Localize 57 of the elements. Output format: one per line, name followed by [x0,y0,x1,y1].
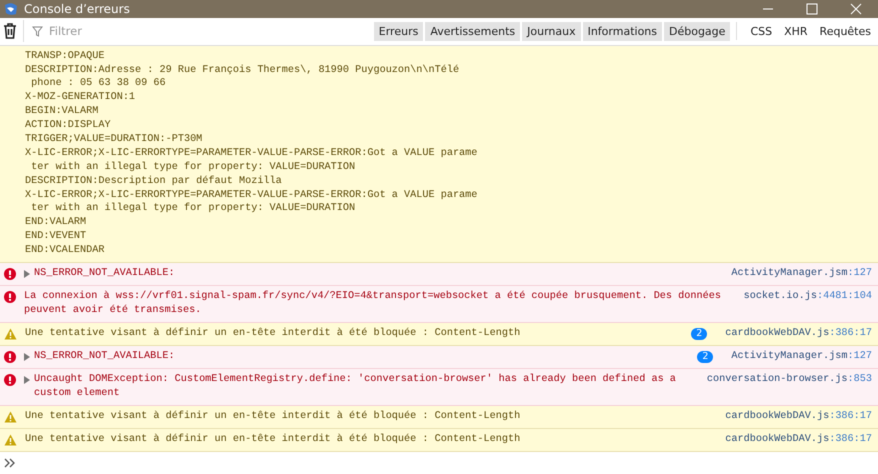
message-text: NS_ERROR_NOT_AVAILABLE: [34,350,176,364]
filter-field[interactable]: Filtrer [47,23,251,40]
maximize-icon[interactable] [806,2,818,15]
log-line: TRIGGER;VALUE=DURATION:-PT30M [25,132,204,147]
log-line: ter with an illegal type for property: VALUE=DURATION [30,160,356,175]
funnel-icon [32,26,43,37]
log-line: DESCRIPTION:Adresse : 29 Rue François Thermes\, 81990 Puygouzon\n\nTélé [25,64,460,78]
log-line: ter with an illegal type for property: VALUE=DURATION [30,202,356,216]
log-line: END:VEVENT [25,230,88,244]
source-link[interactable]: cardbookWebDAV.js:386:17 [725,410,872,424]
message-text: Une tentative visant à définir un en-tête interdit à été bloquée : Content-Length [25,433,522,447]
type-filter-button[interactable]: XHR [779,22,813,41]
level-filter-button[interactable]: Informations [582,22,662,41]
level-filter-button[interactable]: Erreurs [374,22,424,41]
close-icon[interactable] [850,2,862,15]
log-line: DESCRIPTION:Description par défaut Mozilla [25,174,283,189]
prompt-chevrons-icon[interactable] [4,458,16,468]
type-filter-button[interactable]: CSS [745,22,778,41]
log-line: BEGIN:VALARM [25,105,100,120]
source-link[interactable]: ActivityManager.jsm:127 [731,350,872,364]
source-link[interactable]: cardbookWebDAV.js:386:17 [725,433,872,447]
source-link[interactable]: socket.io.js:4481:104 [744,290,872,304]
repeat-count-badge: 2 [691,328,708,340]
repeat-count-badge: 2 [697,351,714,363]
log-line: TRANSP:OPAQUE [25,50,106,64]
log-line: ACTION:DISPLAY [25,119,112,133]
level-filter-button[interactable]: Journaux [522,22,581,41]
expand-arrow-icon[interactable] [24,376,30,384]
log-line: X-MOZ-GENERATION:1 [25,91,136,106]
message-text: Une tentative visant à définir un en-tête interdit à été bloquée : Content-Length [25,327,522,341]
message-text: Uncaught DOMException: CustomElementRegistry.define: 'conversation-browser' has already been defined as a custom element [34,373,677,401]
expand-arrow-icon[interactable] [24,353,30,361]
error-icon [4,291,16,303]
source-link[interactable]: cardbookWebDAV.js:386:17 [725,327,872,341]
log-line: END:VCALENDAR [25,244,106,258]
level-filter-button[interactable]: Débogage [664,22,730,41]
message-text: NS_ERROR_NOT_AVAILABLE: [34,267,176,281]
message-text: La connexion à wss://vrf01.signal-spam.fr/sync/v4/?EIO=4&transport=websocket a été coupée brusquement. Des données peuvent avoir été transmises. [24,290,722,318]
log-line: X-LIC-ERROR;X-LIC-ERRORTYPE=PARAMETER-VALUE-PARSE-ERROR:Got a VALUE parame [25,146,478,161]
warning-icon [4,411,17,423]
message-text: Une tentative visant à définir un en-tête interdit à été bloquée : Content-Length [25,410,522,424]
error-icon [4,351,16,363]
log-line: END:VALARM [25,216,88,230]
error-icon [4,268,16,280]
type-filter-button[interactable]: Requêtes [814,22,876,41]
log-line: X-LIC-ERROR;X-LIC-ERRORTYPE=PARAMETER-VALUE-PARSE-ERROR:Got a VALUE parame [25,188,478,202]
window-title: Console d’erreurs [24,2,130,16]
warning-icon [4,328,17,340]
trash-icon[interactable] [3,23,17,40]
log-line: phone : 05 63 38 09 66 [30,77,167,92]
app-icon [4,2,18,16]
warning-icon [4,434,17,446]
source-link[interactable]: ActivityManager.jsm:127 [731,267,872,281]
source-link[interactable]: conversation-browser.js:853 [706,373,872,387]
error-icon [4,374,16,386]
expand-arrow-icon[interactable] [24,270,30,278]
level-filter-button[interactable]: Avertissements [425,22,520,41]
